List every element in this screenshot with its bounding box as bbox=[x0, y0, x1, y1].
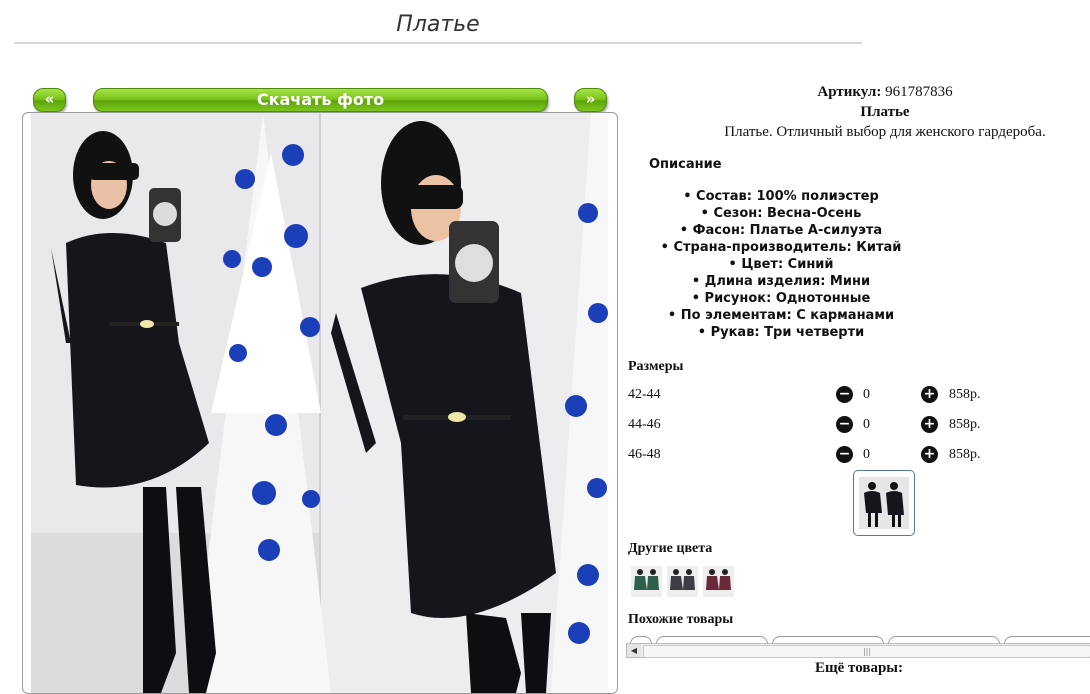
download-photo-button[interactable]: Скачать фото bbox=[93, 88, 548, 112]
spec-item: • Длина изделия: Мини bbox=[691, 274, 871, 289]
spec-item: • Рисунок: Однотонные bbox=[691, 291, 871, 306]
title-divider bbox=[14, 42, 862, 44]
spec-item: • Цвет: Синий bbox=[728, 257, 834, 272]
minus-circle-icon[interactable]: − bbox=[836, 416, 853, 433]
product-photo-frame bbox=[22, 112, 618, 694]
product-photo[interactable] bbox=[31, 113, 608, 693]
size-quantity: 0 bbox=[863, 447, 870, 462]
size-price: 858р. bbox=[949, 447, 981, 462]
selected-photo-thumbnail[interactable] bbox=[853, 470, 915, 536]
product-short-description: Платье. Отличный выбор для женского гард… bbox=[724, 124, 1046, 140]
size-label: 44-46 bbox=[628, 417, 661, 432]
spec-item: • Фасон: Платье А-силуэта bbox=[679, 223, 883, 238]
spec-item: • Страна-производитель: Китай bbox=[660, 240, 902, 255]
next-photo-button[interactable]: » bbox=[574, 88, 607, 112]
size-row: 44-46 − 0 + 858р. bbox=[628, 415, 1088, 437]
other-colors-heading: Другие цвета bbox=[628, 541, 713, 556]
minus-circle-icon[interactable]: − bbox=[836, 446, 853, 463]
size-row: 46-48 − 0 + 858р. bbox=[628, 445, 1088, 467]
size-label: 42-44 bbox=[628, 387, 661, 402]
article-value: 961787836 bbox=[885, 84, 953, 100]
scroll-left-icon[interactable]: ◀ bbox=[627, 644, 641, 657]
similar-products-heading: Похожие товары bbox=[628, 612, 734, 627]
spec-item: • Рукав: Три четверти bbox=[697, 325, 865, 340]
color-swatch-burgundy[interactable] bbox=[703, 566, 734, 597]
size-price: 858р. bbox=[949, 417, 981, 432]
prev-photo-button[interactable]: « bbox=[33, 88, 66, 112]
sizes-heading: Размеры bbox=[628, 359, 684, 374]
size-quantity: 0 bbox=[863, 417, 870, 432]
minus-circle-icon[interactable]: − bbox=[836, 386, 853, 403]
plus-circle-icon[interactable]: + bbox=[921, 446, 938, 463]
description-heading: Описание bbox=[649, 157, 722, 172]
plus-circle-icon[interactable]: + bbox=[921, 416, 938, 433]
scrollbar-thumb[interactable]: ||| bbox=[643, 645, 1090, 658]
size-quantity: 0 bbox=[863, 387, 870, 402]
spec-item: • По элементам: С карманами bbox=[667, 308, 895, 323]
spec-item: • Сезон: Весна-Осень bbox=[700, 206, 862, 221]
page-title: Платье bbox=[396, 12, 480, 37]
size-row: 42-44 − 0 + 858р. bbox=[628, 385, 1088, 407]
color-swatch-grey[interactable] bbox=[667, 566, 698, 597]
article-label: Артикул: bbox=[817, 84, 882, 100]
size-price: 858р. bbox=[949, 387, 981, 402]
article-line: Артикул: 961787836 bbox=[680, 84, 1090, 101]
product-name: Платье bbox=[860, 104, 910, 120]
spec-item: • Состав: 100% полиэстер bbox=[683, 189, 879, 204]
plus-circle-icon[interactable]: + bbox=[921, 386, 938, 403]
color-swatch-green[interactable] bbox=[631, 566, 662, 597]
size-label: 46-48 bbox=[628, 447, 661, 462]
more-products-heading: Ещё товары: bbox=[814, 660, 904, 676]
specs-list: • Состав: 100% полиэстер • Сезон: Весна-… bbox=[628, 188, 934, 341]
similar-products-scrollbar[interactable]: ◀ ||| bbox=[626, 643, 1090, 658]
